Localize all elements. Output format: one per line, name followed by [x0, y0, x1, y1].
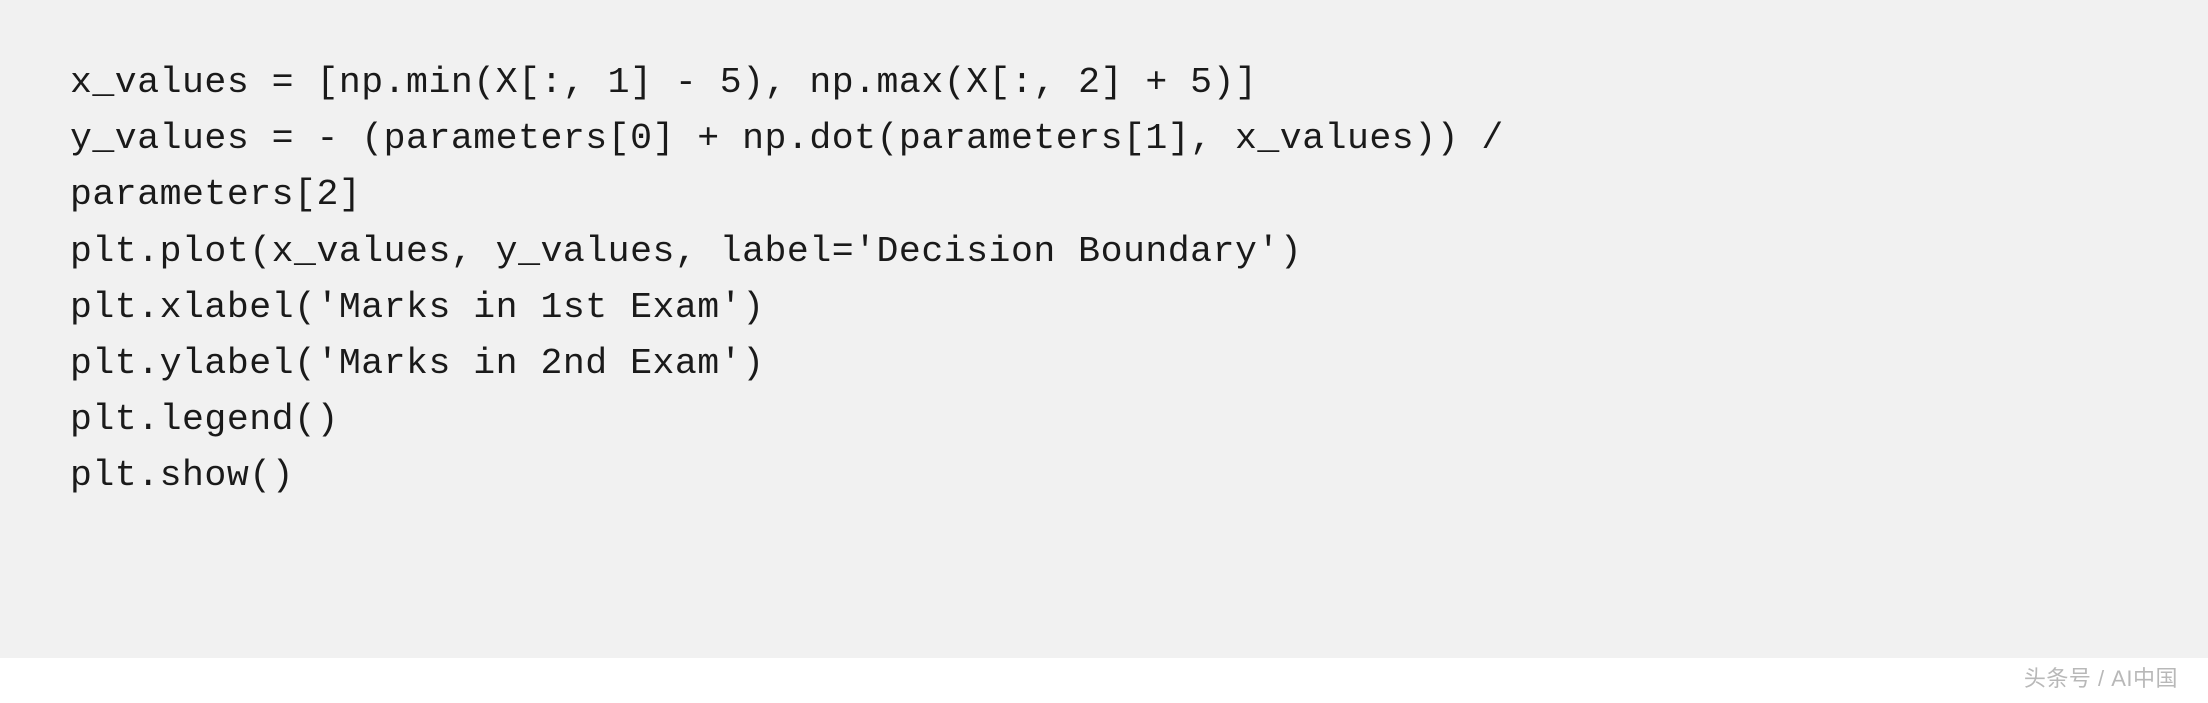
- watermark-text: 头条号 / AI中国: [2024, 661, 2178, 693]
- code-line-9: plt.show(): [70, 448, 2138, 504]
- code-line-5: plt.plot(x_values, y_values, label='Deci…: [70, 224, 2138, 280]
- code-block: x_values = [np.min(X[:, 1] - 5), np.max(…: [0, 0, 2208, 658]
- code-line-8: plt.legend(): [70, 392, 2138, 448]
- code-line-6: plt.xlabel('Marks in 1st Exam'): [70, 280, 2138, 336]
- code-line-2: y_values = - (parameters[0] + np.dot(par…: [70, 111, 2138, 167]
- code-line-1: x_values = [np.min(X[:, 1] - 5), np.max(…: [70, 55, 2138, 111]
- code-line-7: plt.ylabel('Marks in 2nd Exam'): [70, 336, 2138, 392]
- code-line-3: parameters[2]: [70, 167, 2138, 223]
